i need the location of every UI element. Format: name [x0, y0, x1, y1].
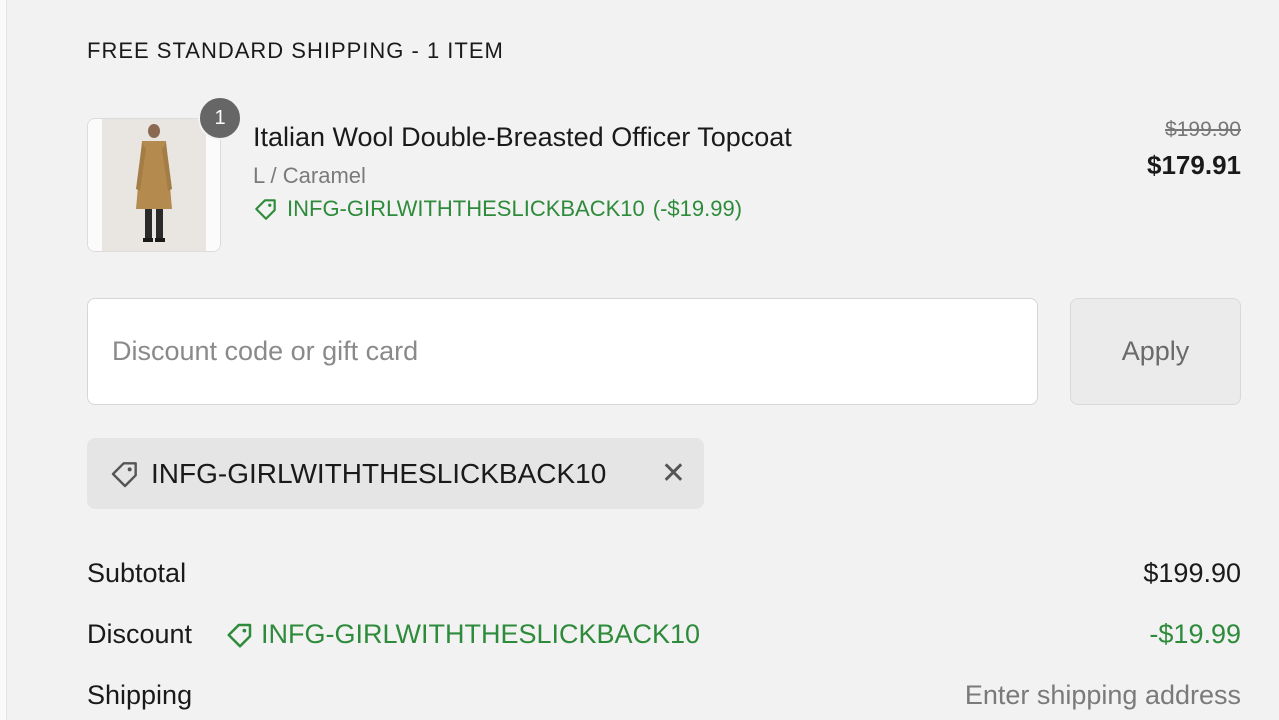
- shipping-value: Enter shipping address: [964, 680, 1241, 710]
- coat-image: [88, 119, 220, 251]
- tag-icon: [111, 461, 137, 487]
- shipping-label: Shipping: [87, 680, 193, 710]
- product-thumbnail: [87, 118, 221, 252]
- shipping-section-title: FREE STANDARD SHIPPING - 1 ITEM: [87, 38, 504, 63]
- quantity-badge: 1: [198, 96, 242, 140]
- tag-icon: [255, 199, 276, 220]
- order-line-item: 1 Italian Wool Double-Breasted Officer T…: [87, 96, 1241, 252]
- applied-code-label: INFG-GIRLWITHTHESLICKBACK10: [151, 457, 607, 489]
- product-variant: L / Caramel: [253, 163, 366, 188]
- subtotal-label: Subtotal: [87, 558, 187, 588]
- product-name: Italian Wool Double-Breasted Officer Top…: [253, 122, 792, 152]
- summary-shipping-row: Shipping Enter shipping address: [87, 680, 1241, 720]
- applied-code-chip: INFG-GIRLWITHTHESLICKBACK10 ✕: [87, 438, 704, 509]
- subtotal-value: $199.90: [1143, 558, 1241, 588]
- page-edge: [0, 0, 7, 720]
- price-original: $199.90: [1165, 118, 1241, 141]
- tag-icon: [227, 623, 252, 647]
- apply-button[interactable]: Apply: [1070, 298, 1241, 405]
- remove-code-icon[interactable]: ✕: [661, 456, 686, 491]
- summary-discount-row: Discount INFG-GIRLWITHTHESLICKBACK10 -$1…: [87, 619, 1241, 659]
- summary-discount-code: INFG-GIRLWITHTHESLICKBACK10: [225, 619, 700, 650]
- product-discount: INFG-GIRLWITHTHESLICKBACK10 (-$19.99): [253, 196, 742, 222]
- discount-label: Discount: [87, 619, 193, 649]
- discount-code-input[interactable]: [87, 298, 1038, 405]
- product-discount-code: INFG-GIRLWITHTHESLICKBACK10: [287, 196, 645, 221]
- price-final: $179.91: [1147, 150, 1241, 180]
- discount-value: -$19.99: [1149, 619, 1241, 649]
- summary-discount-code-text: INFG-GIRLWITHTHESLICKBACK10: [261, 619, 701, 649]
- product-discount-amount: (-$19.99): [652, 196, 743, 221]
- summary-subtotal-row: Subtotal $199.90: [87, 558, 1241, 598]
